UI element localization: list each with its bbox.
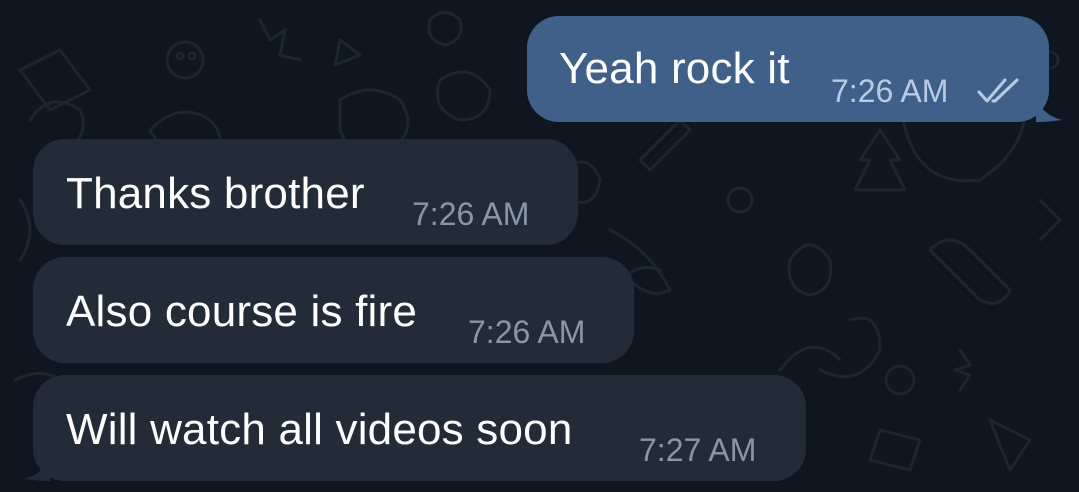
bubble-tail: [1036, 96, 1062, 122]
message-text: Also course is fire: [66, 287, 418, 336]
message-time: 7:26 AM: [412, 196, 530, 232]
message-time: 7:26 AM: [468, 314, 586, 350]
message-bubble-incoming[interactable]: Also course is fire 7:26 AM: [33, 257, 634, 363]
message-time: 7:26 AM: [831, 73, 949, 109]
message-text: Yeah rock it: [559, 44, 790, 93]
message-bubble-incoming[interactable]: Thanks brother 7:26 AM: [33, 139, 578, 245]
message-bubble-outgoing[interactable]: Yeah rock it 7:26 AM: [527, 16, 1049, 122]
message-bubble-incoming[interactable]: Will watch all videos soon 7:27 AM: [33, 375, 806, 481]
message-time: 7:27 AM: [639, 432, 757, 468]
message-text: Will watch all videos soon: [66, 405, 573, 454]
message-text: Thanks brother: [66, 169, 365, 218]
bubble-tail: [24, 455, 50, 481]
double-check-icon: [977, 78, 1019, 103]
